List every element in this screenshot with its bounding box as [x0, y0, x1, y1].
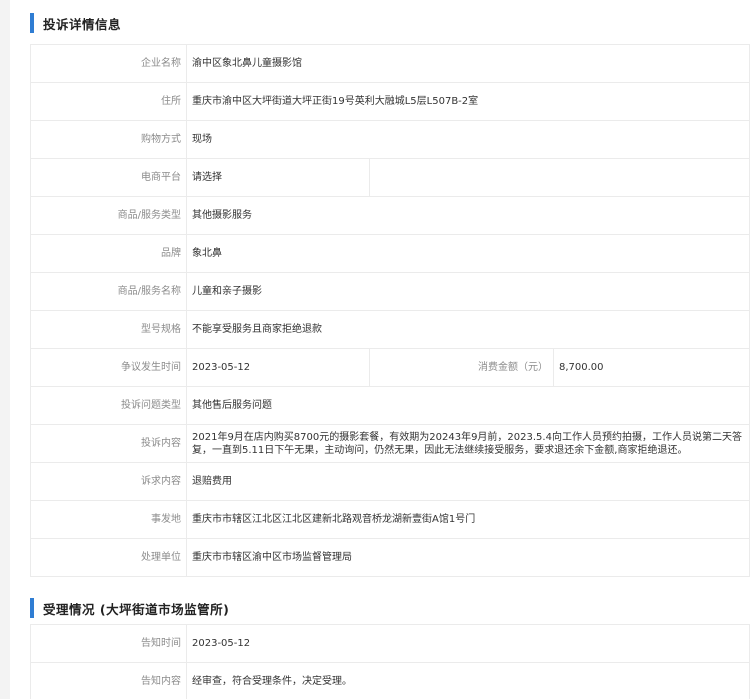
brand-label: 品牌 — [30, 234, 187, 273]
dispute-time-label: 争议发生时间 — [30, 348, 187, 387]
notice-time-label: 告知时间 — [30, 624, 187, 663]
location-value: 重庆市市辖区江北区江北区建新北路观音桥龙湖新壹街A馆1号门 — [185, 500, 750, 539]
brand-value: 象北鼻 — [185, 234, 750, 273]
section-accent-bar — [30, 598, 34, 618]
company-name-label: 企业名称 — [30, 44, 187, 83]
table-row-brand: 品牌 象北鼻 — [30, 234, 750, 273]
table-row-location: 事发地 重庆市市辖区江北区江北区建新北路观音桥龙湖新壹街A馆1号门 — [30, 500, 750, 539]
ecommerce-platform-value: 请选择 — [186, 158, 370, 197]
table-row-address: 住所 重庆市渝中区大坪街道大坪正街19号英利大融城L5层L507B-2室 — [30, 82, 750, 121]
address-value: 重庆市渝中区大坪街道大坪正街19号英利大融城L5层L507B-2室 — [185, 82, 750, 121]
handling-unit-value: 重庆市市辖区渝中区市场监督管理局 — [185, 538, 750, 577]
model-spec-label: 型号规格 — [30, 310, 187, 349]
section-accent-bar — [30, 13, 34, 33]
content-label: 投诉内容 — [30, 424, 187, 463]
table-row-service-name: 商品/服务名称 儿童和亲子摄影 — [30, 272, 750, 311]
service-name-label: 商品/服务名称 — [30, 272, 187, 311]
table-row-problem-type: 投诉问题类型 其他售后服务问题 — [30, 386, 750, 425]
table-row-purchase-method: 购物方式 现场 — [30, 120, 750, 159]
handling-unit-label: 处理单位 — [30, 538, 187, 577]
complaint-section-title: 投诉详情信息 — [43, 16, 122, 32]
service-name-value: 儿童和亲子摄影 — [185, 272, 750, 311]
table-row-model-spec: 型号规格 不能享受服务且商家拒绝退款 — [30, 310, 750, 349]
table-row-notice-time: 告知时间 2023-05-12 — [30, 624, 750, 663]
acceptance-section-title: 受理情况 (大坪街道市场监管所) — [43, 601, 230, 617]
demand-value: 退赔费用 — [185, 462, 750, 501]
amount-label: 消费金额（元） — [369, 348, 554, 387]
problem-type-label: 投诉问题类型 — [30, 386, 187, 425]
table-row-demand: 诉求内容 退赔费用 — [30, 462, 750, 501]
purchase-method-label: 购物方式 — [30, 120, 187, 159]
table-row-handling-unit: 处理单位 重庆市市辖区渝中区市场监督管理局 — [30, 538, 750, 577]
notice-time-value: 2023-05-12 — [186, 624, 750, 663]
table-row-company-name: 企业名称 渝中区象北鼻儿童摄影馆 — [30, 44, 750, 83]
model-spec-value: 不能享受服务且商家拒绝退款 — [185, 310, 750, 349]
complaint-detail-table: 企业名称 渝中区象北鼻儿童摄影馆 住所 重庆市渝中区大坪街道大坪正街19号英利大… — [30, 44, 750, 577]
table-row-ecommerce-platform: 电商平台 请选择 — [30, 158, 750, 197]
acceptance-detail-table: 告知时间 2023-05-12 告知内容 经审查，符合受理条件，决定受理。 — [30, 624, 750, 699]
location-label: 事发地 — [30, 500, 187, 539]
table-row-content: 投诉内容 2021年9月在店内购买8700元的摄影套餐，有效期为20243年9月… — [30, 424, 750, 463]
page-left-gutter — [0, 0, 10, 699]
company-name-value: 渝中区象北鼻儿童摄影馆 — [185, 44, 750, 83]
demand-label: 诉求内容 — [30, 462, 187, 501]
table-row-notice-content: 告知内容 经审查，符合受理条件，决定受理。 — [30, 662, 750, 699]
dispute-time-value: 2023-05-12 — [186, 348, 370, 387]
table-row-dispute-time: 争议发生时间 2023-05-12 消费金额（元） 8,700.00 — [30, 348, 750, 387]
service-type-label: 商品/服务类型 — [30, 196, 187, 235]
service-type-value: 其他摄影服务 — [185, 196, 750, 235]
table-row-service-type: 商品/服务类型 其他摄影服务 — [30, 196, 750, 235]
content-value: 2021年9月在店内购买8700元的摄影套餐，有效期为20243年9月前，202… — [185, 424, 750, 463]
ecommerce-platform-label: 电商平台 — [30, 158, 187, 197]
ecommerce-platform-empty-cell — [368, 158, 750, 197]
address-label: 住所 — [30, 82, 187, 121]
amount-value: 8,700.00 — [552, 348, 750, 387]
complaint-detail-page: 投诉详情信息 企业名称 渝中区象北鼻儿童摄影馆 住所 重庆市渝中区大坪街道大坪正… — [10, 0, 750, 699]
notice-content-value: 经审查，符合受理条件，决定受理。 — [186, 662, 750, 699]
problem-type-value: 其他售后服务问题 — [185, 386, 750, 425]
complaint-section-header: 投诉详情信息 — [30, 12, 121, 34]
notice-content-label: 告知内容 — [30, 662, 187, 699]
purchase-method-value: 现场 — [185, 120, 750, 159]
acceptance-section-header: 受理情况 (大坪街道市场监管所) — [30, 597, 229, 619]
